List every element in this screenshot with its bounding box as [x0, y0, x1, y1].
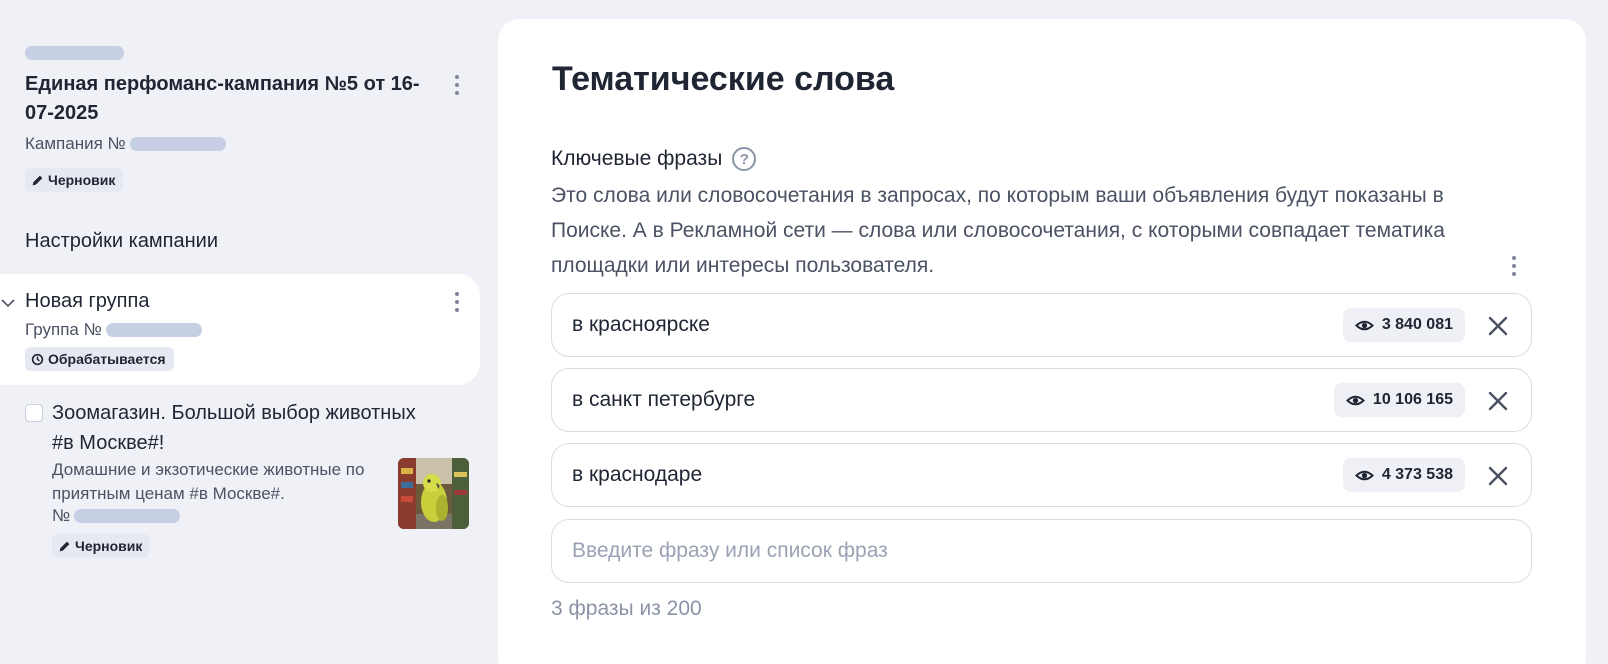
campaign-status-badge: Черновик	[25, 168, 124, 192]
breadcrumb-placeholder	[25, 46, 124, 60]
chevron-down-icon[interactable]	[0, 295, 16, 311]
keywords-description: Это слова или словосочетания в запросах,…	[551, 184, 1445, 277]
keywords-label: Ключевые фразы ?	[551, 147, 757, 171]
remove-phrase-button[interactable]	[1485, 388, 1511, 414]
group-title[interactable]: Новая группа	[25, 290, 149, 313]
phrase-text[interactable]: в красноярске	[572, 313, 710, 337]
phrase-input[interactable]	[551, 519, 1532, 583]
eye-icon	[1354, 320, 1374, 330]
campaign-settings-link[interactable]: Настройки кампании	[25, 230, 218, 253]
campaign-title[interactable]: Единая перфоманс-кампания №5 от 16-07-20…	[25, 70, 435, 128]
impressions-badge: 3 840 081	[1342, 308, 1465, 342]
phrase-text[interactable]: в санкт петербурге	[572, 388, 755, 412]
group-status-badge: Обрабатывается	[25, 347, 174, 371]
remove-phrase-button[interactable]	[1485, 463, 1511, 489]
group-number: Группа №	[25, 320, 202, 340]
campaign-number-hidden	[129, 137, 226, 151]
close-icon	[1488, 316, 1508, 336]
ad-title[interactable]: Зоомагазин. Большой выбор животных #в Мо…	[52, 398, 442, 458]
pencil-icon	[59, 541, 70, 551]
ad-number-hidden	[74, 509, 181, 523]
clock-icon	[31, 353, 44, 365]
question-icon[interactable]: ?	[732, 147, 757, 171]
ad-description: Домашние и экзотические животные по прия…	[52, 460, 365, 503]
ad-status-badge: Черновик	[52, 534, 151, 558]
pencil-icon	[32, 175, 43, 185]
ad-number: №	[52, 506, 181, 526]
remove-phrase-button[interactable]	[1485, 313, 1511, 339]
phrase-row[interactable]: в санкт петербурге 10 106 165	[551, 368, 1532, 432]
impressions-badge: 4 373 538	[1342, 458, 1465, 492]
page-title: Тематические слова	[552, 60, 895, 98]
close-icon	[1488, 466, 1508, 486]
campaign-number: Кампания №	[25, 134, 226, 154]
campaign-more-icon[interactable]	[447, 71, 467, 99]
phrase-row[interactable]: в красноярске 3 840 081	[551, 293, 1532, 357]
eye-icon	[1354, 470, 1374, 480]
phrase-text[interactable]: в краснодаре	[572, 463, 702, 487]
impressions-badge: 10 106 165	[1333, 383, 1465, 417]
ad-checkbox[interactable]	[25, 404, 43, 422]
phrase-row[interactable]: в краснодаре 4 373 538	[551, 443, 1532, 507]
group-number-hidden	[105, 323, 202, 337]
phrases-more-icon[interactable]	[1504, 252, 1524, 280]
group-more-icon[interactable]	[447, 288, 467, 316]
sidebar: Единая перфоманс-кампания №5 от 16-07-20…	[0, 0, 480, 664]
phrase-counter: 3 фразы из 200	[551, 597, 702, 620]
ad-thumbnail	[398, 458, 469, 529]
close-icon	[1488, 391, 1508, 411]
eye-icon	[1345, 395, 1365, 405]
